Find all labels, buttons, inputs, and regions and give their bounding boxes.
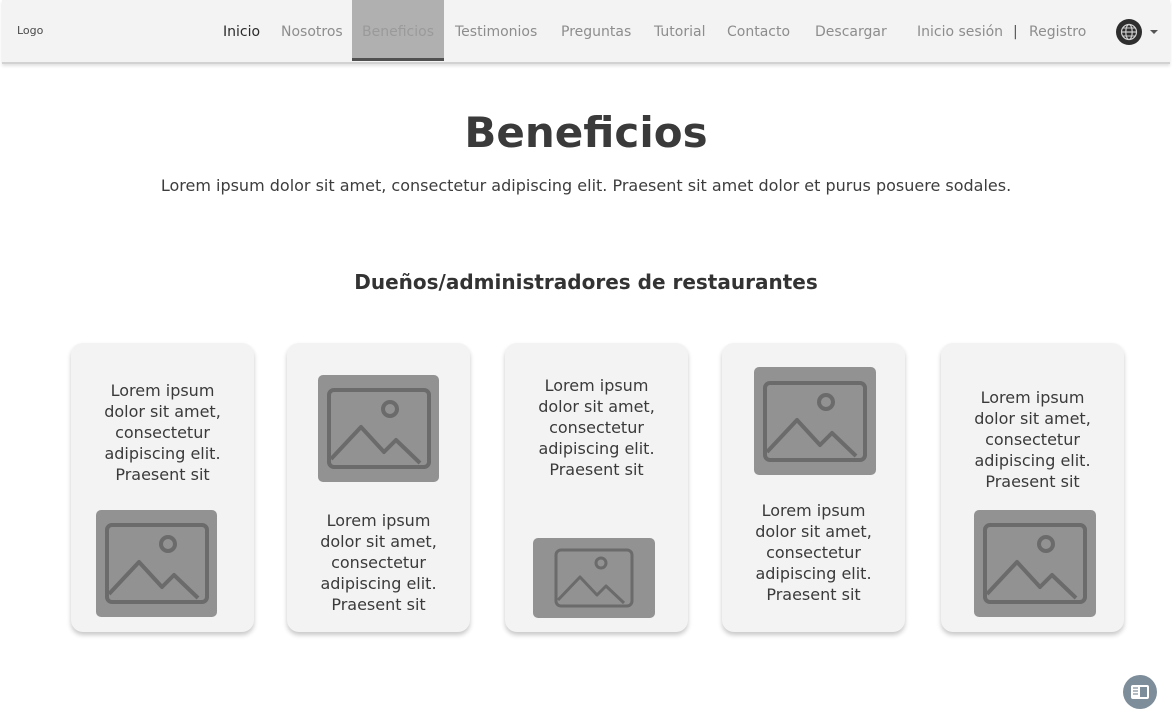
top-navbar: Logo Inicio Nosotros Beneficios Testimon… [2, 0, 1170, 64]
nav-link-testimonios[interactable]: Testimonios [455, 0, 537, 62]
card-text: Lorem ipsum dolor sit amet, consectetur … [320, 511, 437, 614]
nav-separator: | [1013, 24, 1018, 40]
image-placeholder-icon [533, 538, 655, 618]
reader-mode-icon[interactable] [1123, 675, 1157, 709]
page-subtitle: Lorem ipsum dolor sit amet, consectetur … [160, 176, 1012, 195]
nav-link-beneficios[interactable]: Beneficios [352, 0, 444, 61]
card-text: Lorem ipsum dolor sit amet, consectetur … [104, 381, 221, 484]
logo[interactable]: Logo [17, 24, 43, 37]
benefit-card: Lorem ipsum dolor sit amet, consectetur … [71, 343, 254, 632]
nav-link-contacto[interactable]: Contacto [727, 0, 790, 62]
nav-link-preguntas[interactable]: Preguntas [561, 0, 631, 62]
image-placeholder-icon [96, 510, 217, 617]
page-title: Beneficios [464, 108, 708, 157]
nav-link-descargar[interactable]: Descargar [815, 0, 887, 62]
nav-link-tutorial[interactable]: Tutorial [654, 0, 705, 62]
globe-icon[interactable] [1116, 19, 1142, 45]
image-placeholder-icon [754, 367, 876, 475]
card-text: Lorem ipsum dolor sit amet, consectetur … [755, 501, 872, 604]
register-link[interactable]: Registro [1029, 0, 1086, 62]
chevron-down-icon[interactable] [1150, 30, 1158, 34]
benefit-card: Lorem ipsum dolor sit amet, consectetur … [287, 343, 470, 632]
benefit-card: Lorem ipsum dolor sit amet, consectetur … [722, 343, 905, 632]
image-placeholder-icon [318, 375, 439, 482]
card-text: Lorem ipsum dolor sit amet, consectetur … [538, 376, 655, 479]
nav-link-nosotros[interactable]: Nosotros [281, 0, 343, 62]
benefit-card: Lorem ipsum dolor sit amet, consectetur … [505, 343, 688, 632]
section-title: Dueños/administradores de restaurantes [354, 270, 818, 294]
nav-link-inicio[interactable]: Inicio [223, 0, 260, 62]
image-placeholder-icon [974, 510, 1096, 617]
login-link[interactable]: Inicio sesión [917, 0, 1003, 62]
card-text: Lorem ipsum dolor sit amet, consectetur … [974, 388, 1091, 491]
benefit-card: Lorem ipsum dolor sit amet, consectetur … [941, 343, 1124, 632]
